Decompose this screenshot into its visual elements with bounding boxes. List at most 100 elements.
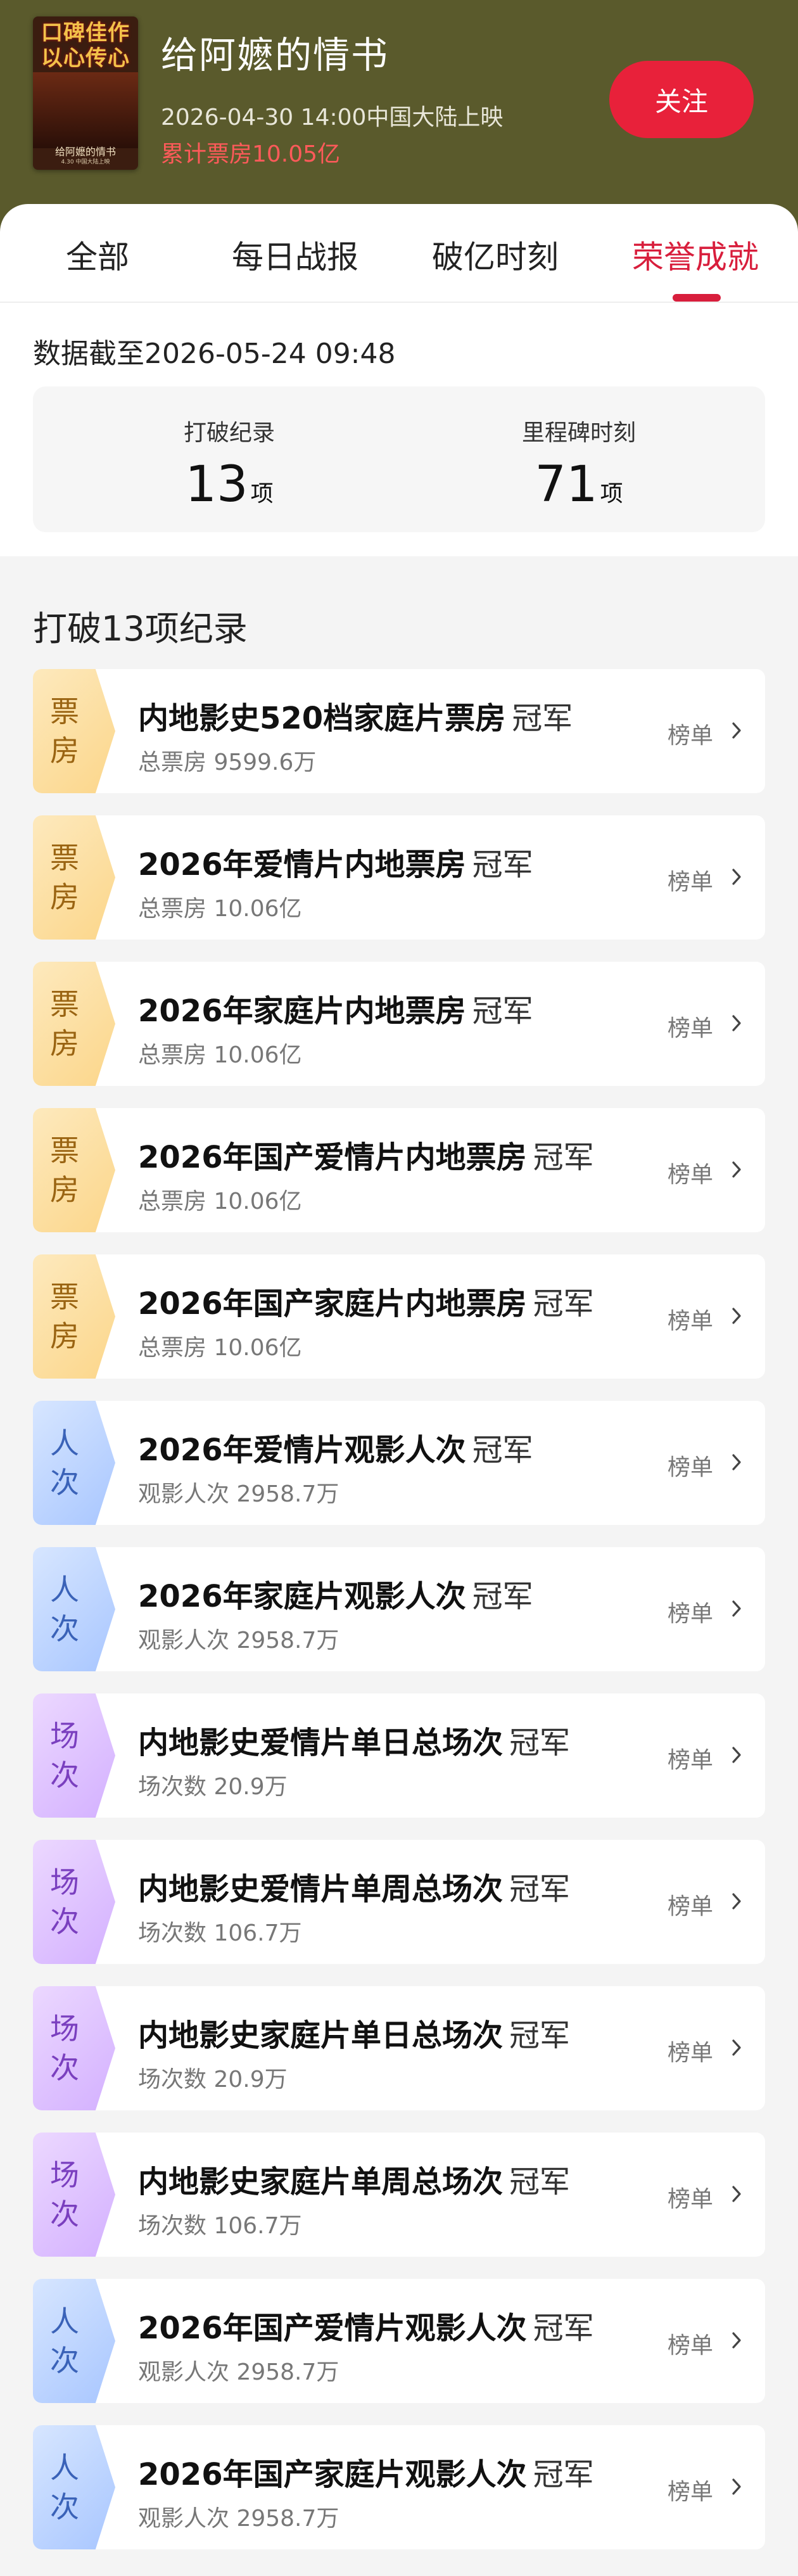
record-badge-char1: 人 xyxy=(50,1426,79,1460)
ranking-link[interactable]: 榜单 xyxy=(668,1742,713,1775)
ranking-link[interactable]: 榜单 xyxy=(668,1010,713,1043)
record-metric: 观影人次 2958.7万 xyxy=(138,2506,339,2532)
record-card[interactable]: 票房 2026年国产家庭片内地票房 冠军 总票房 10.06亿 榜单 xyxy=(33,1254,765,1379)
record-card[interactable]: 票房 2026年国产爱情片内地票房 冠军 总票房 10.06亿 榜单 xyxy=(33,1108,765,1232)
record-badge: 票房 xyxy=(33,1254,115,1379)
record-title: 2026年家庭片内地票房 冠军 xyxy=(138,986,533,1030)
movie-poster[interactable]: 口碑佳作 以心传心 给阿嬷的情书 4.30 中国大陆上映 xyxy=(33,16,138,170)
record-card[interactable]: 人次 2026年国产家庭片观影人次 冠军 观影人次 2958.7万 榜单 xyxy=(33,2425,765,2549)
data-timestamp-value: 2026-05-24 09:48 xyxy=(144,338,396,370)
record-card[interactable]: 票房 2026年爱情片内地票房 冠军 总票房 10.06亿 榜单 xyxy=(33,815,765,940)
tab-all[interactable]: 全部 xyxy=(66,232,129,277)
tab-100m-moments[interactable]: 破亿时刻 xyxy=(432,232,559,277)
poster-tagline: 口碑佳作 以心传心 xyxy=(35,20,136,71)
data-timestamp: 数据截至2026-05-24 09:48 xyxy=(33,331,396,371)
record-badge-char2: 次 xyxy=(50,2051,79,2085)
record-title-text: 内地影史爱情片单日总场次 xyxy=(138,1725,504,1761)
chevron-right-icon[interactable] xyxy=(727,1306,746,1325)
chevron-right-icon[interactable] xyxy=(727,2331,746,2350)
record-card[interactable]: 票房 2026年家庭片内地票房 冠军 总票房 10.06亿 榜单 xyxy=(33,962,765,1086)
ranking-link[interactable]: 榜单 xyxy=(668,1156,713,1189)
ranking-link[interactable]: 榜单 xyxy=(668,2181,713,2214)
ranking-link[interactable]: 榜单 xyxy=(668,2473,713,2506)
record-badge-char1: 票 xyxy=(50,694,79,729)
chevron-right-icon[interactable] xyxy=(727,1599,746,1618)
record-card[interactable]: 场次 内地影史爱情片单周总场次 冠军 场次数 106.7万 榜单 xyxy=(33,1840,765,1964)
ranking-link[interactable]: 榜单 xyxy=(668,1449,713,1482)
record-champion-label: 冠军 xyxy=(472,1432,533,1468)
record-champion-label: 冠军 xyxy=(509,2164,571,2200)
record-badge-char1: 场 xyxy=(50,2012,79,2046)
record-badge-char1: 人 xyxy=(50,2451,79,2485)
record-badge-char2: 次 xyxy=(50,1612,79,1646)
record-title-text: 2026年爱情片观影人次 xyxy=(138,1432,466,1468)
record-card[interactable]: 人次 2026年国产爱情片观影人次 冠军 观影人次 2958.7万 榜单 xyxy=(33,2279,765,2403)
record-badge-char2: 房 xyxy=(50,734,79,768)
record-metric: 总票房 10.06亿 xyxy=(138,1189,302,1215)
record-badge: 场次 xyxy=(33,1986,115,2110)
record-card[interactable]: 人次 2026年家庭片观影人次 冠军 观影人次 2958.7万 榜单 xyxy=(33,1547,765,1671)
poster-footer: 4.30 中国大陆上映 xyxy=(61,159,110,165)
record-title-text: 2026年家庭片内地票房 xyxy=(138,993,466,1029)
record-badge-char2: 次 xyxy=(50,1465,79,1500)
record-badge-char2: 次 xyxy=(50,2197,79,2231)
record-champion-label: 冠军 xyxy=(512,701,573,736)
record-badge: 场次 xyxy=(33,1840,115,1964)
record-title: 内地影史家庭片单日总场次 冠军 xyxy=(138,2010,570,2055)
ranking-link[interactable]: 榜单 xyxy=(668,717,713,750)
record-champion-label: 冠军 xyxy=(509,1871,571,1907)
chevron-right-icon[interactable] xyxy=(727,1892,746,1911)
record-badge-char2: 房 xyxy=(50,1319,79,1353)
record-card[interactable]: 票房 内地影史520档家庭片票房 冠军 总票房 9599.6万 榜单 xyxy=(33,669,765,793)
record-card[interactable]: 场次 内地影史家庭片单周总场次 冠军 场次数 106.7万 榜单 xyxy=(33,2133,765,2257)
record-title: 2026年国产爱情片观影人次 冠军 xyxy=(138,2303,594,2347)
record-badge-text: 场次 xyxy=(46,1863,84,1941)
record-champion-label: 冠军 xyxy=(533,2311,594,2346)
records-label: 打破纪录 xyxy=(183,420,275,446)
record-badge-text: 票房 xyxy=(46,838,84,917)
tab-daily-report[interactable]: 每日战报 xyxy=(232,232,358,277)
records-count-value: 13 xyxy=(185,456,248,513)
record-champion-label: 冠军 xyxy=(509,1725,571,1761)
chevron-right-icon[interactable] xyxy=(727,1745,746,1764)
record-card[interactable]: 场次 内地影史家庭片单日总场次 冠军 场次数 20.9万 榜单 xyxy=(33,1986,765,2110)
record-title: 内地影史520档家庭片票房 冠军 xyxy=(138,693,573,737)
chevron-right-icon[interactable] xyxy=(727,1160,746,1179)
chevron-right-icon[interactable] xyxy=(727,1453,746,1472)
record-badge-char1: 票 xyxy=(50,1280,79,1314)
chevron-right-icon[interactable] xyxy=(727,2184,746,2203)
record-title-text: 内地影史520档家庭片票房 xyxy=(138,701,506,736)
record-badge: 票房 xyxy=(33,1108,115,1232)
record-badge-char2: 房 xyxy=(50,1026,79,1061)
chevron-right-icon[interactable] xyxy=(727,867,746,886)
record-metric: 观影人次 2958.7万 xyxy=(138,1628,339,1654)
movie-title: 给阿嬷的情书 xyxy=(161,34,390,77)
record-title: 内地影史爱情片单日总场次 冠军 xyxy=(138,1718,570,1762)
record-badge-text: 场次 xyxy=(46,1716,84,1795)
record-metric: 场次数 20.9万 xyxy=(138,2067,288,2093)
ranking-link[interactable]: 榜单 xyxy=(668,2327,713,2360)
record-champion-label: 冠军 xyxy=(533,2457,594,2492)
ranking-link[interactable]: 榜单 xyxy=(668,1595,713,1628)
record-title-text: 内地影史爱情片单周总场次 xyxy=(138,1871,504,1907)
ranking-link[interactable]: 榜单 xyxy=(668,2034,713,2067)
chevron-right-icon[interactable] xyxy=(727,2477,746,2496)
chevron-right-icon[interactable] xyxy=(727,1014,746,1033)
record-title: 2026年国产家庭片内地票房 冠军 xyxy=(138,1278,594,1323)
record-badge-text: 票房 xyxy=(46,692,84,770)
ranking-link[interactable]: 榜单 xyxy=(668,1303,713,1336)
tab-honors[interactable]: 荣誉成就 xyxy=(632,232,759,277)
record-badge: 人次 xyxy=(33,2279,115,2403)
record-badge-text: 场次 xyxy=(46,2155,84,2234)
follow-button[interactable]: 关注 xyxy=(609,61,754,138)
chevron-right-icon[interactable] xyxy=(727,2038,746,2057)
chevron-right-icon[interactable] xyxy=(727,721,746,740)
record-badge-char1: 票 xyxy=(50,841,79,875)
ranking-link[interactable]: 榜单 xyxy=(668,864,713,896)
record-card[interactable]: 人次 2026年爱情片观影人次 冠军观影人次 2958.7万 榜单 xyxy=(33,1401,765,1525)
ranking-link[interactable]: 榜单 xyxy=(668,1888,713,1921)
record-badge-text: 人次 xyxy=(46,2302,84,2380)
record-badge-char1: 场 xyxy=(50,1865,79,1899)
record-metric: 观影人次 2958.7万 xyxy=(138,1481,339,1507)
record-card[interactable]: 场次 内地影史爱情片单日总场次 冠军 场次数 20.9万 榜单 xyxy=(33,1693,765,1818)
